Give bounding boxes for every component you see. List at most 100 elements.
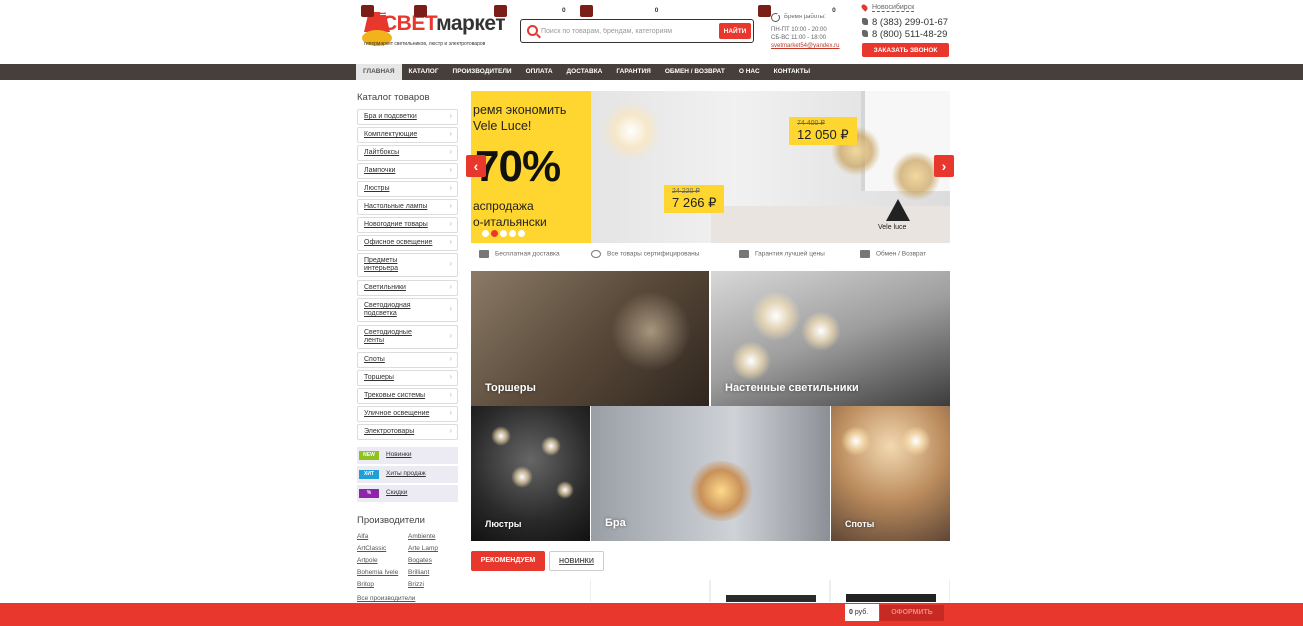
discount-badge: % xyxy=(359,489,379,498)
slider-dot[interactable] xyxy=(482,230,489,237)
category-item[interactable]: Светодиодная подсветка xyxy=(357,298,458,322)
promo-banner[interactable]: ремя экономить Vele Luce! 70% аспродажа … xyxy=(471,91,950,243)
category-item[interactable]: Комплектующие xyxy=(357,127,458,143)
nav-catalog[interactable]: КАТАЛОГ xyxy=(402,64,446,80)
slider-dot[interactable] xyxy=(509,230,516,237)
hits-label: Хиты продаж xyxy=(386,470,426,477)
nav-exchange[interactable]: ОБМЕН / ВОЗВРАТ xyxy=(658,64,732,80)
compare-count: 0 xyxy=(557,5,570,17)
phone-icon xyxy=(862,18,868,25)
slider-dot-active[interactable] xyxy=(491,230,498,237)
category-item[interactable]: Трековые системы xyxy=(357,388,458,404)
cart-sum: 0 руб. xyxy=(845,604,879,621)
price-tag-2: 74 400 ₽12 050 ₽ xyxy=(789,117,857,145)
maker-link[interactable]: Ambiente xyxy=(408,533,435,540)
tile-label: Настенные светильники xyxy=(725,382,859,394)
category-tile-floor-lamps[interactable]: Торшеры xyxy=(471,271,709,406)
login-link[interactable]: Войти xyxy=(361,5,403,17)
banner-promo-panel: ремя экономить Vele Luce! 70% аспродажа … xyxy=(471,91,591,243)
discounts-link[interactable]: % Скидки xyxy=(357,485,458,502)
new-items-link[interactable]: NEW Новинки xyxy=(357,447,458,464)
category-item[interactable]: Электротовары xyxy=(357,424,458,440)
feature-exchange: Обмен / Возврат xyxy=(860,250,926,258)
phone-icon xyxy=(862,30,868,37)
nav-home[interactable]: ГЛАВНАЯ xyxy=(356,64,402,80)
category-item[interactable]: Светодиодные ленты xyxy=(357,325,458,349)
category-item[interactable]: Новогодние товары xyxy=(357,217,458,233)
register-link[interactable]: Регистрация xyxy=(414,5,480,17)
maker-link[interactable]: ArtClassic xyxy=(357,545,386,552)
compare-link[interactable]: Сравнение 0 xyxy=(494,5,570,17)
slider-dot[interactable] xyxy=(518,230,525,237)
email-link[interactable]: svetmarket54@yandex.ru xyxy=(771,42,839,51)
search-input[interactable] xyxy=(541,23,717,39)
cart-icon xyxy=(758,5,771,17)
category-item[interactable]: Настольные лампы xyxy=(357,199,458,215)
nav-payment[interactable]: ОПЛАТА xyxy=(519,64,560,80)
new-badge: NEW xyxy=(359,451,379,460)
category-item[interactable]: Предметы интерьера xyxy=(357,253,458,277)
nav-contacts[interactable]: КОНТАКТЫ xyxy=(767,64,817,80)
maker-link[interactable]: Arte Lamp xyxy=(408,545,438,552)
category-item[interactable]: Люстры xyxy=(357,181,458,197)
callback-button[interactable]: ЗАКАЗАТЬ ЗВОНОК xyxy=(862,43,949,57)
banner-text-2: Vele Luce! xyxy=(473,119,532,133)
hits-link[interactable]: ХИТ Хиты продаж xyxy=(357,466,458,483)
new-items-label: Новинки xyxy=(386,451,412,458)
maker-link[interactable]: Artpole xyxy=(357,557,378,564)
maker-link[interactable]: Bogates xyxy=(408,557,432,564)
cart-link[interactable]: Моя корзина 0 xyxy=(758,5,840,17)
manufacturers-title: Производители xyxy=(357,515,425,526)
banner-discount: 70% xyxy=(475,142,561,191)
nav-delivery[interactable]: ДОСТАВКА xyxy=(560,64,610,80)
tab-recommended[interactable]: РЕКОМЕНДУЕМ xyxy=(471,551,545,571)
category-tile-chandeliers[interactable]: Люстры xyxy=(471,406,590,541)
category-item[interactable]: Уличное освещение xyxy=(357,406,458,422)
star-icon xyxy=(591,250,601,258)
deferred-link[interactable]: Отложенные 0 xyxy=(580,5,663,17)
category-item[interactable]: Офисное освещение xyxy=(357,235,458,251)
phone-1[interactable]: 8 (383) 299-01-67 xyxy=(862,17,948,28)
maker-link[interactable]: Brizzi xyxy=(408,581,424,588)
phone-2[interactable]: 8 (800) 511-48-29 xyxy=(862,29,947,40)
tile-label: Бра xyxy=(605,517,626,529)
search-button[interactable]: НАЙТИ xyxy=(719,23,751,39)
all-makers-link[interactable]: Все производители xyxy=(357,595,415,602)
product-card[interactable] xyxy=(710,580,830,602)
category-item[interactable]: Лампочки xyxy=(357,163,458,179)
location-pin-icon xyxy=(860,3,869,12)
add-user-icon xyxy=(414,5,427,17)
category-tile-spots[interactable]: Споты xyxy=(831,406,950,541)
slider-dot[interactable] xyxy=(500,230,507,237)
category-item[interactable]: Светильники xyxy=(357,280,458,296)
tile-label: Споты xyxy=(845,519,875,529)
checkout-button[interactable]: ОФОРМИТЬ xyxy=(880,605,944,621)
category-item[interactable]: Торшеры xyxy=(357,370,458,386)
category-item[interactable]: Споты xyxy=(357,352,458,368)
category-item[interactable]: Бра и подсветки xyxy=(357,109,458,125)
bottom-panel xyxy=(0,603,1303,626)
category-item[interactable]: Лайтбоксы xyxy=(357,145,458,161)
product-card[interactable] xyxy=(830,580,950,602)
maker-link[interactable]: Bohemia Ivele xyxy=(357,569,398,576)
hit-badge: ХИТ xyxy=(359,470,379,479)
tile-label: Торшеры xyxy=(485,382,536,394)
cart-count: 0 xyxy=(827,5,840,17)
category-tile-wall-lights[interactable]: Настенные светильники xyxy=(711,271,950,406)
truck-icon xyxy=(479,250,489,258)
nav-about[interactable]: О НАС xyxy=(732,64,767,80)
city-selector[interactable]: Новосибирск xyxy=(860,3,915,13)
nav-warranty[interactable]: ГАРАНТИЯ xyxy=(609,64,657,80)
maker-link[interactable]: Alfa xyxy=(357,533,368,540)
slider-next-icon[interactable]: › xyxy=(934,155,954,177)
maker-link[interactable]: Brilliant xyxy=(408,569,429,576)
slider-prev-icon[interactable]: ‹ xyxy=(466,155,486,177)
product-card[interactable] xyxy=(590,580,710,602)
nav-manufacturers[interactable]: ПРОИЗВОДИТЕЛИ xyxy=(446,64,519,80)
chart-icon xyxy=(494,5,507,17)
maker-link[interactable]: Britop xyxy=(357,581,374,588)
tab-new[interactable]: НОВИНКИ xyxy=(549,551,604,571)
thumbs-up-icon xyxy=(739,250,749,258)
exchange-icon xyxy=(860,250,870,258)
category-tile-sconces[interactable]: Бра xyxy=(591,406,830,541)
